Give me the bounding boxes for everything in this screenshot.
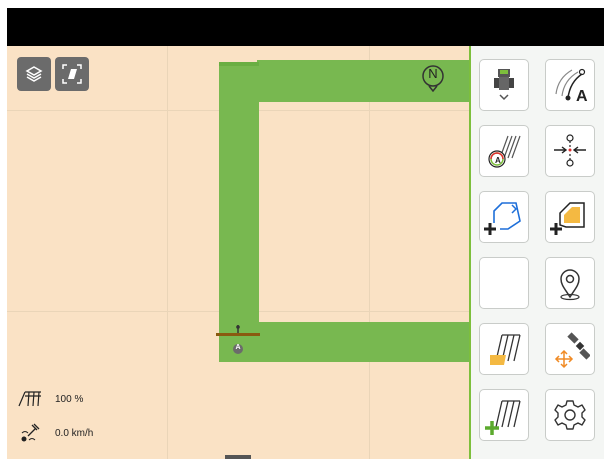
headland-icon: [554, 134, 586, 167]
terminal-screen: N A 100 % 0.0 km/h A A: [7, 8, 604, 459]
add-boundary-button[interactable]: [479, 191, 529, 243]
implement-marker: A: [215, 325, 261, 355]
section-control-button[interactable]: A: [479, 125, 529, 177]
layers-icon: [25, 66, 43, 82]
add-field-area-button[interactable]: [545, 191, 595, 243]
tractor-settings-button[interactable]: [479, 59, 529, 111]
work-rate-value: 100 %: [55, 394, 84, 405]
add-boundary-icon: [484, 202, 521, 235]
field-view-icon: [62, 64, 82, 84]
add-worked-area-icon: [485, 400, 521, 435]
add-worked-area-button[interactable]: [479, 389, 529, 441]
worked-area-icon: [490, 334, 521, 365]
speed-icon: [21, 423, 40, 442]
origin-marker-label: A: [235, 344, 241, 351]
bottom-handle[interactable]: [225, 455, 251, 459]
headland-button[interactable]: [545, 125, 595, 177]
compass-label: N: [428, 66, 438, 81]
tractor-icon: [494, 69, 514, 101]
add-field-area-icon: [550, 202, 585, 235]
location-button[interactable]: [545, 257, 595, 309]
worked-area-button[interactable]: [479, 323, 529, 375]
layers-button[interactable]: [17, 57, 51, 91]
gear-icon: [554, 400, 586, 430]
compass[interactable]: N: [419, 64, 447, 93]
sidebar-toolbar: A A: [469, 46, 604, 459]
section-control-label: A: [495, 156, 501, 165]
guidance-line-a-label: A: [576, 88, 588, 105]
work-rate-icon: [18, 391, 41, 407]
settings-button[interactable]: [545, 389, 595, 441]
speed-value: 0.0 km/h: [55, 428, 94, 439]
map-view[interactable]: N A 100 % 0.0 km/h: [7, 46, 469, 459]
field-view-button[interactable]: [55, 57, 89, 91]
guidance-line-a-button[interactable]: A: [545, 59, 595, 111]
gps-satellite-button[interactable]: [545, 323, 595, 375]
section-control-icon: [488, 135, 521, 168]
location-pin-icon: [560, 269, 580, 301]
empty-slot-button[interactable]: [479, 257, 529, 309]
satellite-icon: [554, 332, 590, 369]
